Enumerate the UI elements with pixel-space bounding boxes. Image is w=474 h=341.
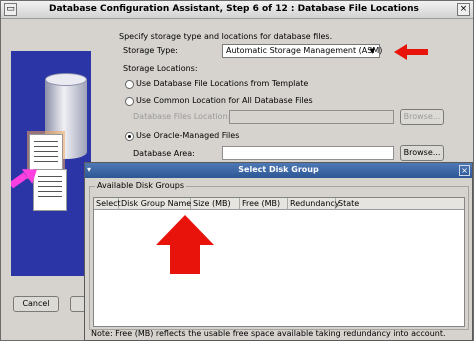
database-files-location-field[interactable] (229, 110, 394, 124)
storage-type-select[interactable]: Automatic Storage Management (ASM) ▼ (222, 44, 383, 58)
radio-template-locations-label[interactable]: Use Database File Locations from Templat… (136, 79, 308, 88)
red-up-arrow-icon (156, 215, 214, 245)
close-window-button[interactable]: × (457, 3, 470, 16)
database-files-location-label: Database Files Location: (133, 112, 231, 121)
database-area-label: Database Area: (133, 149, 195, 158)
column-header-free[interactable]: Free (MB) (240, 198, 288, 210)
column-header-state[interactable]: State (336, 198, 464, 210)
storage-type-value: Automatic Storage Management (ASM) (226, 46, 383, 55)
dialog-title: Select Disk Group (238, 165, 319, 174)
main-titlebar[interactable]: ▭ Database Configuration Assistant, Step… (1, 1, 473, 19)
window-title: Database Configuration Assistant, Step 6… (49, 4, 419, 14)
radio-common-location[interactable] (125, 97, 134, 106)
red-arrow-shaft (406, 49, 428, 55)
dropdown-arrow-icon: ▼ (369, 47, 375, 55)
intro-text: Specify storage type and locations for d… (119, 32, 333, 41)
browse-database-area-button[interactable]: Browse... (400, 145, 444, 161)
radio-oracle-managed-files[interactable] (125, 132, 134, 141)
window-menu-icon[interactable]: ▭ (4, 3, 17, 16)
column-header-select[interactable]: Select (94, 198, 121, 210)
database-area-field[interactable] (222, 146, 394, 160)
radio-oracle-managed-files-label[interactable]: Use Oracle-Managed Files (136, 131, 239, 140)
cancel-button[interactable]: Cancel (13, 296, 59, 312)
table-header: Select Disk Group Name Size (MB) Free (M… (94, 198, 464, 210)
available-disk-groups-label: Available Disk Groups (95, 181, 187, 190)
disk-group-table[interactable]: Select Disk Group Name Size (MB) Free (M… (93, 197, 465, 327)
free-space-note: Note: Free (MB) reflects the usable free… (91, 329, 446, 338)
wizard-illustration (11, 51, 91, 276)
column-header-disk-group-name[interactable]: Disk Group Name (119, 198, 191, 210)
storage-locations-label: Storage Locations: (123, 64, 198, 73)
browse-files-location-button[interactable]: Browse... (400, 109, 444, 125)
dialog-titlebar[interactable]: ▾ Select Disk Group × (85, 163, 472, 178)
red-up-arrow-shaft (170, 244, 200, 274)
storage-type-label: Storage Type: (123, 46, 178, 55)
select-disk-group-dialog: ▾ Select Disk Group × Available Disk Gro… (84, 162, 473, 341)
radio-template-locations[interactable] (125, 80, 134, 89)
dialog-close-button[interactable]: × (459, 165, 470, 176)
radio-common-location-label[interactable]: Use Common Location for All Database Fil… (136, 96, 313, 105)
column-header-size[interactable]: Size (MB) (191, 198, 240, 210)
column-header-redundancy[interactable]: Redundancy (288, 198, 340, 210)
database-cylinder-top (45, 73, 87, 86)
